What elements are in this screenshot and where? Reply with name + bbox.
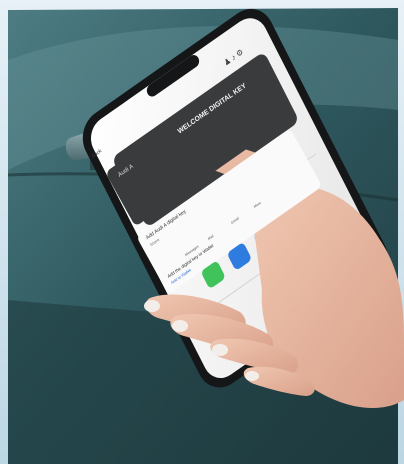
- back-button[interactable]: Back: [91, 148, 103, 160]
- finger-3-nail: [212, 344, 228, 356]
- finger-1-nail: [144, 300, 160, 312]
- share-subtitle: Share: [148, 236, 161, 248]
- finger-2-nail: [172, 320, 188, 332]
- gmail-app-label[interactable]: Gmail: [230, 216, 239, 225]
- mail-app-label[interactable]: Mail: [207, 234, 214, 241]
- car-name: WELCOME DIGITAL KEY: [176, 82, 248, 136]
- finger-4-nail: [245, 371, 259, 381]
- more-app-label[interactable]: More: [253, 201, 261, 209]
- car-label: Audi A: [117, 163, 135, 179]
